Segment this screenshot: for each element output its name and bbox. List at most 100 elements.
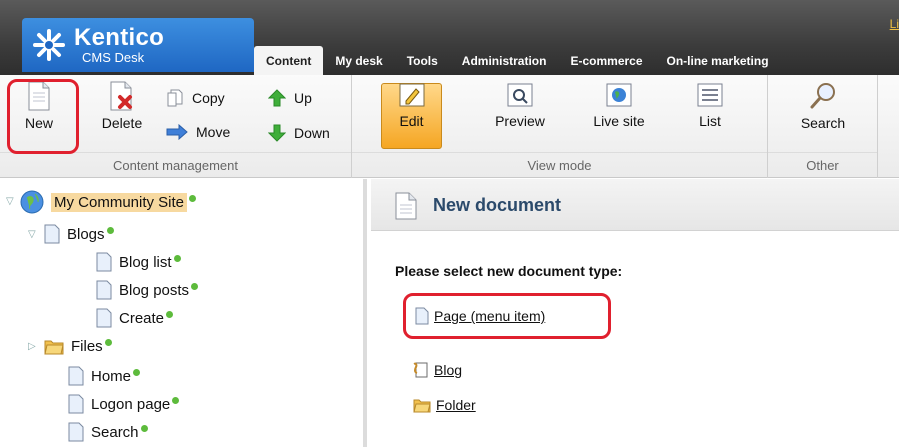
published-status-dot <box>140 424 148 432</box>
copy-icon <box>167 89 183 107</box>
doctype-blog-label: Blog <box>434 362 463 378</box>
page-icon <box>96 252 112 272</box>
arrow-up-icon <box>268 89 286 107</box>
delete-label: Delete <box>101 115 143 131</box>
doctype-folder-label: Folder <box>436 397 476 413</box>
edit-button[interactable]: Edit <box>381 81 442 129</box>
tab-e-commerce[interactable]: E-commerce <box>558 46 654 75</box>
published-status-dot <box>166 310 174 318</box>
page-icon <box>68 394 84 414</box>
tree-node-label: Search <box>91 423 139 441</box>
brand-name: Kentico <box>74 24 165 51</box>
doctype-folder-link[interactable]: Folder <box>413 397 476 413</box>
page-icon <box>68 366 84 386</box>
new-button-highlight <box>7 79 79 154</box>
document-type-prompt: Please select new document type: <box>395 263 623 279</box>
doctype-blog-link[interactable]: Blog <box>413 361 462 379</box>
arrow-down-icon <box>268 124 286 142</box>
up-button[interactable]: Up <box>268 89 312 107</box>
list-button[interactable]: List <box>683 81 737 129</box>
down-label: Down <box>294 125 330 141</box>
tab-tools[interactable]: Tools <box>395 46 450 75</box>
brand-subtitle: CMS Desk <box>82 50 145 65</box>
published-status-dot <box>172 396 180 404</box>
page-icon <box>96 308 112 328</box>
page-icon <box>68 422 84 442</box>
collapse-toggle-icon[interactable]: ▽ <box>28 229 36 240</box>
globe-icon <box>606 83 632 107</box>
tree-node-root-label: My Community Site <box>51 192 188 212</box>
tree-node-logon-page[interactable]: Logon page <box>68 393 180 415</box>
preview-icon <box>507 83 533 107</box>
tree-node-blog-list[interactable]: Blog list <box>96 251 181 273</box>
tree-node-label: Blogs <box>67 225 105 243</box>
folder-icon <box>413 399 431 413</box>
live-site-link[interactable]: Li <box>890 17 899 31</box>
copy-button[interactable]: Copy <box>166 89 225 107</box>
folder-icon <box>44 340 64 355</box>
kentico-logo-icon <box>33 29 65 61</box>
tree-node-blog-posts[interactable]: Blog posts <box>96 279 199 301</box>
page-type-highlight <box>403 293 611 339</box>
tree-node-label: Logon page <box>91 395 171 413</box>
tree-node-home[interactable]: Home <box>68 365 141 387</box>
list-label: List <box>699 113 721 129</box>
app-header: Kentico CMS Desk Li Content My desk Tool… <box>0 0 899 75</box>
published-status-dot <box>189 194 197 202</box>
other-label: Other <box>768 152 877 178</box>
tab-online-marketing[interactable]: On-line marketing <box>655 46 781 75</box>
live-site-button[interactable]: Live site <box>582 81 656 129</box>
move-button[interactable]: Move <box>166 124 230 140</box>
tab-content[interactable]: Content <box>254 46 324 75</box>
page-icon <box>44 224 60 244</box>
tree-node-label: Files <box>71 337 103 355</box>
list-icon <box>697 83 723 107</box>
up-label: Up <box>294 90 312 106</box>
published-status-dot <box>106 226 114 234</box>
live-site-label: Live site <box>593 113 645 129</box>
published-status-dot <box>133 368 141 376</box>
document-icon <box>395 192 417 220</box>
search-label: Search <box>800 115 846 131</box>
search-button[interactable]: Search <box>788 81 858 131</box>
content-management-label: Content management <box>0 152 351 178</box>
kentico-logo[interactable]: Kentico CMS Desk <box>22 18 254 72</box>
edit-label: Edit <box>399 113 424 129</box>
tree-node-label: Blog posts <box>119 281 190 299</box>
globe-icon <box>20 190 44 214</box>
edit-icon <box>399 83 424 107</box>
preview-button[interactable]: Preview <box>488 81 552 129</box>
delete-button[interactable]: Delete <box>94 81 150 131</box>
published-status-dot <box>173 254 181 262</box>
tab-my-desk[interactable]: My desk <box>323 46 394 75</box>
preview-label: Preview <box>495 113 545 129</box>
tree-node-label: Blog list <box>119 253 172 271</box>
toolbar-ribbon: New Delete Copy Move Up Down Content man… <box>0 75 899 178</box>
copy-label: Copy <box>192 90 225 106</box>
published-status-dot <box>191 282 199 290</box>
tree-node-files[interactable]: Files <box>44 335 112 357</box>
tree-node-search[interactable]: Search <box>68 421 148 443</box>
other-group: Search Other <box>768 75 878 178</box>
tree-node-create[interactable]: Create <box>96 307 174 329</box>
page-icon <box>96 280 112 300</box>
delete-document-icon <box>110 81 132 111</box>
tree-node-label: Create <box>119 309 165 327</box>
blog-icon <box>413 362 428 378</box>
content-tree: ▽ My Community Site ▽ Blogs Blog list Bl… <box>0 179 367 447</box>
down-button[interactable]: Down <box>268 124 330 142</box>
collapse-toggle-icon[interactable]: ▽ <box>6 196 14 207</box>
tree-node-blogs[interactable]: Blogs <box>44 223 114 245</box>
pane-header: New document <box>371 179 899 231</box>
page-title: New document <box>433 195 562 215</box>
search-icon <box>810 83 835 109</box>
move-icon <box>166 124 188 140</box>
main-tabs: Content My desk Tools Administration E-c… <box>254 46 781 75</box>
move-label: Move <box>196 124 231 140</box>
tree-node-root[interactable]: My Community Site <box>20 190 197 214</box>
view-mode-label: View mode <box>352 152 767 178</box>
tab-administration[interactable]: Administration <box>450 46 559 75</box>
published-status-dot <box>104 338 112 346</box>
expand-toggle-icon[interactable]: ▷ <box>28 341 36 352</box>
tree-node-label: Home <box>91 367 132 385</box>
